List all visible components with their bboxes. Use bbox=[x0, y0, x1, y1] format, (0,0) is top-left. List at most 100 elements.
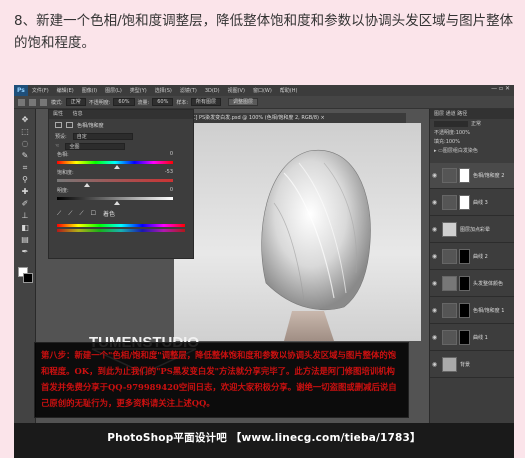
menu-3d[interactable]: 3D(D) bbox=[205, 88, 220, 94]
layer-name: 色相/饱和度 2 bbox=[473, 173, 505, 179]
visibility-eye-icon[interactable]: ◉ bbox=[430, 280, 439, 287]
layer-mask-thumbnail[interactable] bbox=[459, 168, 470, 183]
layer-thumbnail[interactable] bbox=[442, 330, 457, 345]
menu-window[interactable]: 窗口(W) bbox=[253, 87, 272, 94]
brush-panel-icon[interactable] bbox=[40, 98, 47, 106]
hand-icon[interactable]: ☜ bbox=[55, 143, 59, 149]
group-row[interactable]: ▸ ▭ 图层组白发染色 bbox=[430, 146, 514, 155]
layer-row[interactable]: ◉ 图层加点彩晕 bbox=[430, 217, 514, 243]
menu-edit[interactable]: 编辑(E) bbox=[57, 87, 74, 94]
layer-opacity-value[interactable]: 100% bbox=[456, 130, 470, 136]
lightness-value[interactable]: 0 bbox=[170, 187, 173, 193]
crop-tool-icon[interactable]: ⌗ bbox=[20, 163, 30, 173]
channel-dropdown[interactable]: 全图 bbox=[65, 142, 126, 150]
menu-layer[interactable]: 图层(L) bbox=[105, 87, 122, 94]
layer-name: 头发整体颜色 bbox=[473, 281, 504, 287]
menu-image[interactable]: 图像(I) bbox=[82, 87, 97, 94]
layer-row[interactable]: ◉ 曲线 3 bbox=[430, 190, 514, 216]
layer-row[interactable]: ◉ 色相/饱和度 2 bbox=[430, 163, 514, 189]
layers-tabs: 图层 通道 路径 bbox=[430, 109, 514, 119]
colorize-checkbox[interactable]: ☐ bbox=[91, 210, 96, 217]
blend-mode-select[interactable] bbox=[434, 120, 468, 127]
sample-select[interactable]: 所有图层 bbox=[191, 98, 222, 106]
layer-row[interactable]: ◉ 背景 bbox=[430, 352, 514, 378]
step-instruction: 8、新建一个色相/饱和度调整层，降低整体饱和度和参数以协调头发区域与图片整体的饱… bbox=[14, 13, 514, 51]
menu-select[interactable]: 选择(S) bbox=[155, 87, 172, 94]
layer-mask-thumbnail[interactable] bbox=[459, 276, 470, 291]
opacity-row: 不透明度: 100% bbox=[430, 128, 514, 137]
flow-field[interactable]: 60% bbox=[152, 98, 174, 106]
quick-select-icon[interactable]: ✎ bbox=[20, 151, 30, 161]
menu-file[interactable]: 文件(F) bbox=[32, 87, 49, 94]
stamp-tool-icon[interactable]: ⊥ bbox=[20, 211, 30, 221]
layer-row[interactable]: ◉ 头发整体颜色 bbox=[430, 271, 514, 297]
brush-icon[interactable] bbox=[29, 98, 36, 106]
hue-slider[interactable] bbox=[57, 161, 173, 169]
layer-fill-value[interactable]: 100% bbox=[446, 139, 460, 145]
saturation-value[interactable]: -53 bbox=[165, 169, 173, 175]
adjustment-icon bbox=[55, 122, 62, 128]
layer-mask-thumbnail[interactable] bbox=[459, 195, 470, 210]
layer-thumbnail[interactable] bbox=[442, 357, 457, 372]
eyedropper-plus-icon[interactable]: ⟋ bbox=[68, 210, 72, 218]
tab-channels[interactable]: 通道 bbox=[446, 111, 456, 117]
visibility-eye-icon[interactable]: ◉ bbox=[430, 253, 439, 260]
layer-row[interactable]: ◉ 曲线 1 bbox=[430, 325, 514, 351]
hue-value[interactable]: 0 bbox=[170, 151, 173, 157]
gradient-tool-icon[interactable]: ▤ bbox=[20, 235, 30, 245]
layer-thumbnail[interactable] bbox=[442, 276, 457, 291]
white-hair-photo bbox=[261, 149, 371, 341]
mask-icon[interactable] bbox=[66, 122, 73, 128]
marquee-tool-icon[interactable]: ⬚ bbox=[20, 127, 30, 137]
eyedropper-icon[interactable]: ⟋ bbox=[57, 210, 61, 218]
menu-help[interactable]: 帮助(H) bbox=[280, 87, 298, 94]
layer-mask-thumbnail[interactable] bbox=[459, 330, 470, 345]
saturation-row: 饱和度: -53 bbox=[49, 169, 193, 177]
visibility-eye-icon[interactable]: ◉ bbox=[430, 334, 439, 341]
pen-tool-icon[interactable]: ✒ bbox=[20, 247, 30, 257]
eyedropper-icon[interactable]: ⚲ bbox=[20, 175, 30, 185]
visibility-eye-icon[interactable]: ◉ bbox=[430, 307, 439, 314]
tutorial-overlay-text: 第八步：新建一个"色相/饱和度"调整层，降低整体饱和度和参数以协调头发区域与图片… bbox=[34, 342, 409, 418]
healing-brush-icon[interactable]: ✚ bbox=[20, 187, 30, 197]
saturation-slider[interactable] bbox=[57, 179, 173, 187]
document-tab[interactable]: [C] PS染发变白发.psd @ 100% (色相/饱和度 2, RGB/8)… bbox=[186, 113, 406, 123]
eraser-tool-icon[interactable]: ◧ bbox=[20, 223, 30, 233]
layer-thumbnail[interactable] bbox=[442, 195, 457, 210]
lightness-thumb[interactable] bbox=[114, 201, 120, 205]
menu-type[interactable]: 类型(Y) bbox=[130, 87, 147, 94]
lasso-tool-icon[interactable]: ◌ bbox=[20, 139, 30, 149]
tool-preset-icon[interactable] bbox=[18, 98, 25, 106]
canvas[interactable] bbox=[174, 123, 421, 341]
layer-thumbnail[interactable] bbox=[442, 303, 457, 318]
move-tool-icon[interactable]: ✥ bbox=[20, 115, 30, 125]
layer-row[interactable]: ◉ 色相/饱和度 1 bbox=[430, 298, 514, 324]
layer-thumbnail[interactable] bbox=[442, 249, 457, 264]
layer-row[interactable]: ◉ 曲线 2 bbox=[430, 244, 514, 270]
lightness-slider[interactable] bbox=[57, 197, 173, 205]
layer-thumbnail[interactable] bbox=[442, 168, 457, 183]
opacity-field[interactable]: 60% bbox=[113, 98, 135, 106]
mode-select[interactable]: 正常 bbox=[65, 98, 86, 106]
layer-mask-thumbnail[interactable] bbox=[459, 249, 470, 264]
tab-layers[interactable]: 图层 bbox=[434, 111, 444, 117]
menu-filter[interactable]: 滤镜(T) bbox=[180, 87, 197, 94]
eyedropper-minus-icon[interactable]: ⟋ bbox=[79, 210, 83, 218]
visibility-eye-icon[interactable]: ◉ bbox=[430, 226, 439, 233]
visibility-eye-icon[interactable]: ◉ bbox=[430, 172, 439, 179]
layer-mask-thumbnail[interactable] bbox=[459, 303, 470, 318]
menu-view[interactable]: 视图(V) bbox=[228, 87, 245, 94]
preset-dropdown[interactable]: 自定 bbox=[72, 132, 133, 140]
tab-paths[interactable]: 路径 bbox=[457, 111, 467, 117]
preset-row: 预设: 自定 bbox=[49, 131, 193, 141]
visibility-eye-icon[interactable]: ◉ bbox=[430, 361, 439, 368]
tab-properties[interactable]: 属性 bbox=[53, 111, 63, 117]
background-color-swatch[interactable] bbox=[23, 273, 33, 283]
tab-info[interactable]: 信息 bbox=[73, 111, 83, 117]
blend-mode-value: 正常 bbox=[471, 121, 482, 127]
window-controls[interactable]: — ▫ ✕ bbox=[491, 85, 510, 92]
adjustment-button[interactable]: 调整图层 bbox=[228, 98, 259, 106]
visibility-eye-icon[interactable]: ◉ bbox=[430, 199, 439, 206]
brush-tool-icon[interactable]: ✐ bbox=[20, 199, 30, 209]
layer-thumbnail[interactable] bbox=[442, 222, 457, 237]
